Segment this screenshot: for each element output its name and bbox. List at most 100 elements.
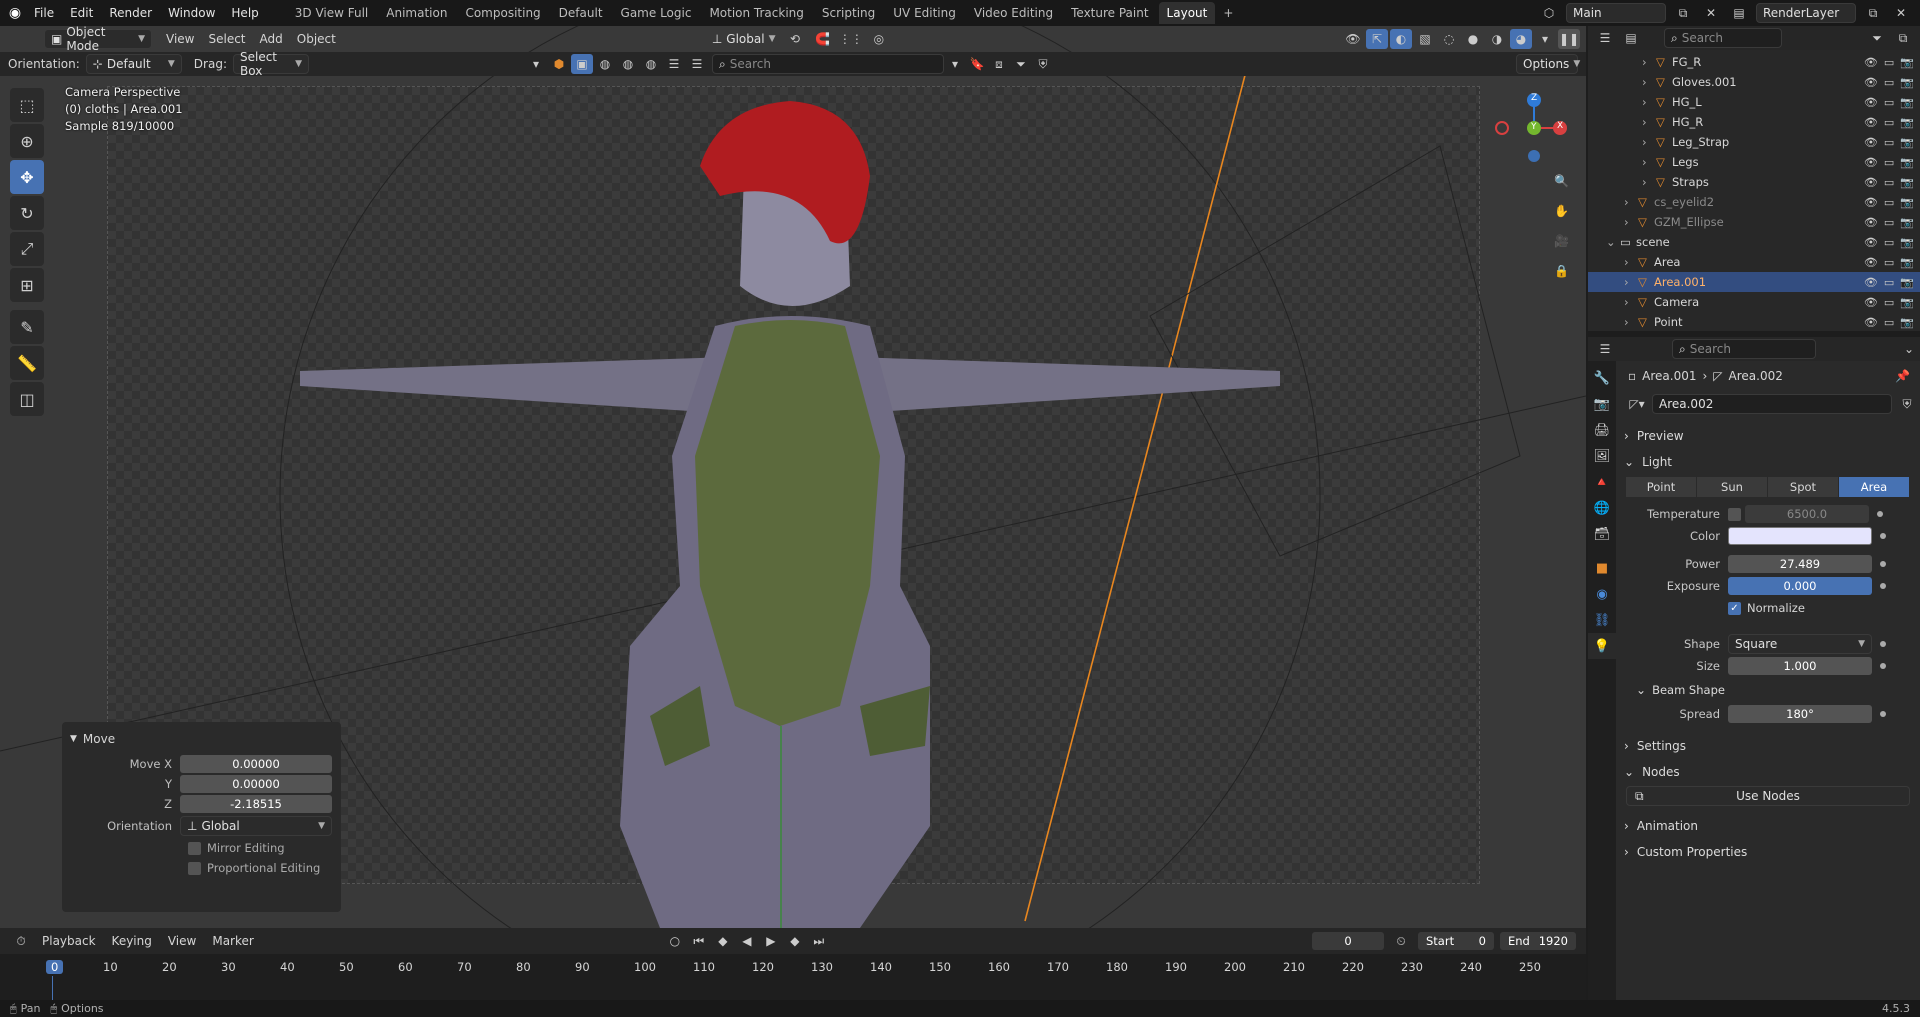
filter-menu-icon[interactable]: ▾	[525, 54, 547, 74]
chevron-right-icon[interactable]: ›	[1624, 215, 1638, 229]
armature-filter-icon[interactable]: ☰	[663, 54, 685, 74]
tab-3d-view-full[interactable]: 3D View Full	[287, 2, 377, 24]
chevron-down-icon[interactable]: ▼	[70, 734, 77, 744]
menu-window[interactable]: Window	[160, 0, 223, 26]
curve-filter-icon[interactable]: ◍	[617, 54, 639, 74]
monitor-icon[interactable]: ▭	[1884, 136, 1894, 149]
eye-icon[interactable]: 👁	[1864, 216, 1878, 229]
datablock-browse-icon[interactable]: ◸▾	[1626, 394, 1648, 414]
monitor-icon[interactable]: ▭	[1884, 96, 1894, 109]
datablock-name-field[interactable]: Area.002	[1652, 394, 1892, 414]
chevron-right-icon[interactable]: ›	[1642, 55, 1656, 69]
light-type-area[interactable]: Area	[1839, 477, 1910, 497]
rendered-shading-icon[interactable]: ◕	[1510, 29, 1532, 49]
timeline-menu-keying[interactable]: Keying	[112, 934, 152, 948]
snap-icon[interactable]: 🧲	[812, 29, 834, 49]
surface-filter-icon[interactable]: ◍	[640, 54, 662, 74]
camera-icon[interactable]: 📷	[1900, 156, 1914, 169]
monitor-icon[interactable]: ▭	[1884, 276, 1894, 289]
annotate-tool-icon[interactable]: ✎	[10, 310, 44, 344]
filter-icon[interactable]: ⏷	[1010, 54, 1032, 74]
display-mode-icon[interactable]: ▤	[1620, 28, 1642, 48]
camera-icon[interactable]: 📷	[1900, 216, 1914, 229]
play-icon[interactable]: ▶	[760, 931, 782, 951]
world-tab-icon[interactable]: 🌐	[1588, 495, 1616, 521]
tab-compositing[interactable]: Compositing	[457, 2, 548, 24]
delete-view-layer-icon[interactable]: ✕	[1890, 3, 1912, 23]
outliner-row[interactable]: › ▽ HG_L 👁 ▭ 📷	[1588, 92, 1920, 112]
keyframe-dot[interactable]	[1880, 663, 1886, 669]
add-workspace-button[interactable]: +	[1215, 2, 1241, 24]
camera-icon[interactable]: 📷	[1900, 296, 1914, 309]
timeline-menu-marker[interactable]: Marker	[212, 934, 253, 948]
frame-ruler[interactable]: 0 10 20 30 40 50 60 70 80 90 100 110 120 130 140 150 160…	[0, 954, 1586, 1000]
orientation-dropdown[interactable]: ⊹ Default ▼	[85, 54, 182, 74]
rotate-tool-icon[interactable]: ↻	[10, 196, 44, 230]
viewport-menu-view[interactable]: View	[166, 32, 194, 46]
eye-icon[interactable]: 👁	[1864, 256, 1878, 269]
tab-animation[interactable]: Animation	[378, 2, 455, 24]
tab-layout[interactable]: Layout	[1158, 2, 1216, 24]
xray-icon[interactable]: ▧	[1414, 29, 1436, 49]
tab-motion-tracking[interactable]: Motion Tracking	[701, 2, 811, 24]
tab-video-editing[interactable]: Video Editing	[966, 2, 1061, 24]
outliner-row[interactable]: ⌄ ▭ scene 👁 ▭ 📷	[1588, 232, 1920, 252]
outliner-row[interactable]: › ▽ Straps 👁 ▭ 📷	[1588, 172, 1920, 192]
proportional-icon[interactable]: ◎	[868, 29, 890, 49]
tool-tab-icon[interactable]: 🔧	[1588, 365, 1616, 391]
chevron-right-icon[interactable]: ›	[1642, 135, 1656, 149]
timeline-menu-playback[interactable]: Playback	[42, 934, 96, 948]
view-layer-selector[interactable]: RenderLayer	[1756, 3, 1856, 23]
scene-selector[interactable]: Main	[1566, 3, 1666, 23]
scene-tab-icon[interactable]: 🔺	[1588, 469, 1616, 495]
playhead[interactable]	[52, 976, 53, 1000]
outliner-row[interactable]: › ▽ Leg_Strap 👁 ▭ 📷	[1588, 132, 1920, 152]
light-type-spot[interactable]: Spot	[1768, 477, 1839, 497]
eye-icon[interactable]: 👁	[1864, 116, 1878, 129]
properties-editor-icon[interactable]: ☰	[1594, 339, 1616, 359]
mesh-filter-icon[interactable]: ◍	[594, 54, 616, 74]
editor-type-icon[interactable]: ⏱	[10, 931, 32, 951]
current-frame-field[interactable]: 0	[1312, 932, 1384, 950]
monitor-icon[interactable]: ▭	[1884, 116, 1894, 129]
menu-render[interactable]: Render	[101, 0, 160, 26]
eye-icon[interactable]: 👁	[1864, 316, 1878, 329]
beam-shape-header[interactable]: ⌄ Beam Shape	[1616, 677, 1920, 703]
next-keyframe-icon[interactable]: ◆	[784, 931, 806, 951]
lock-icon[interactable]: 🔒	[1554, 264, 1569, 278]
render-tab-icon[interactable]: 📷	[1588, 391, 1616, 417]
solid-shading-icon[interactable]: ●	[1462, 29, 1484, 49]
custom-properties-header[interactable]: › Custom Properties	[1616, 839, 1920, 865]
settings-panel-header[interactable]: › Settings	[1616, 733, 1920, 759]
shield-icon[interactable]: ⛨	[1032, 54, 1054, 74]
output-tab-icon[interactable]: 🖨	[1588, 417, 1616, 443]
camera-icon[interactable]: 📷	[1900, 196, 1914, 209]
monitor-icon[interactable]: ▭	[1884, 176, 1894, 189]
power-field[interactable]: 27.489	[1728, 555, 1872, 573]
jump-start-icon[interactable]: ⏮	[688, 931, 710, 951]
outliner-row[interactable]: › ▽ Area 👁 ▭ 📷	[1588, 252, 1920, 272]
object-type-icon[interactable]: ⬢	[548, 54, 570, 74]
keyframe-dot[interactable]	[1880, 533, 1886, 539]
use-nodes-button[interactable]: ⧉ Use Nodes	[1626, 786, 1910, 806]
size-field[interactable]: 1.000	[1728, 657, 1872, 675]
animation-panel-header[interactable]: › Animation	[1616, 813, 1920, 839]
new-scene-icon[interactable]: ⧉	[1672, 3, 1694, 23]
chevron-down-icon[interactable]: ⌄	[1606, 235, 1620, 249]
outliner-editor-icon[interactable]: ☰	[1594, 28, 1616, 48]
eye-icon[interactable]: 👁	[1864, 96, 1878, 109]
prev-keyframe-icon[interactable]: ◆	[712, 931, 734, 951]
chevron-right-icon[interactable]: ›	[1624, 255, 1638, 269]
wireframe-shading-icon[interactable]: ◌	[1438, 29, 1460, 49]
snap-target-icon[interactable]: ⋮⋮	[839, 29, 863, 49]
move-z-field[interactable]: -2.18515	[180, 795, 332, 813]
viewport-menu-object[interactable]: Object	[297, 32, 336, 46]
outliner-row[interactable]: › ▽ FG_R 👁 ▭ 📷	[1588, 52, 1920, 72]
outliner-row[interactable]: › ▽ GZM_Ellipse 👁 ▭ 📷	[1588, 212, 1920, 232]
light-data-tab-icon[interactable]: 💡	[1588, 633, 1616, 659]
material-shading-icon[interactable]: ◑	[1486, 29, 1508, 49]
transform-orientation[interactable]: ⊥ Global ▼	[706, 29, 778, 49]
proportional-checkbox[interactable]	[188, 861, 201, 875]
camera-icon[interactable]: 📷	[1900, 256, 1914, 269]
menu-edit[interactable]: Edit	[62, 0, 101, 26]
